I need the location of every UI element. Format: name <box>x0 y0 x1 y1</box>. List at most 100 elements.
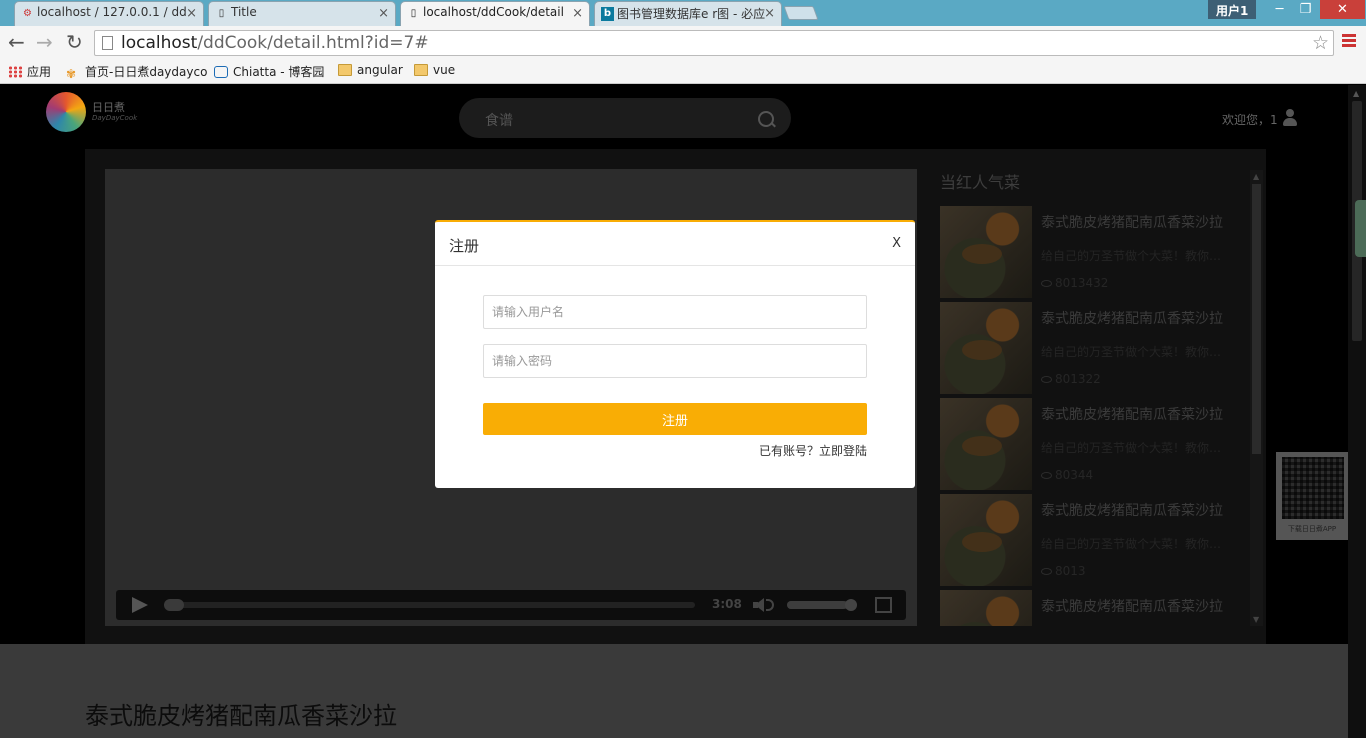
user-icon[interactable] <box>1283 109 1297 127</box>
play-icon[interactable] <box>132 597 148 613</box>
browser-tab-phpmyadmin[interactable]: ⚙ localhost / 127.0.0.1 / dd × <box>14 1 204 26</box>
list-item[interactable]: 泰式脆皮烤猪配南瓜香菜沙拉 给自己的万圣节做个大菜！教你如何做出泰式脆皮烤猪 8… <box>940 206 1240 298</box>
username-input[interactable] <box>483 295 867 329</box>
video-controls: 3:08 <box>116 590 906 620</box>
list-item[interactable]: 泰式脆皮烤猪配南瓜香菜沙拉 给自己的万圣节做个大菜！教你如何做出泰式脆皮烤猪 8… <box>940 302 1240 394</box>
scroll-up-icon[interactable]: ▲ <box>1253 172 1259 181</box>
fullscreen-icon[interactable] <box>875 597 892 613</box>
page-icon: ▯ <box>410 8 417 19</box>
scroll-down-icon[interactable]: ▼ <box>1253 615 1259 624</box>
forward-icon[interactable]: → <box>36 31 53 53</box>
welcome-text: 欢迎您，1 <box>1222 113 1278 127</box>
bookmark-apps[interactable]: 应用 <box>8 63 51 80</box>
folder-icon <box>414 64 428 76</box>
volume-icon[interactable] <box>753 598 764 612</box>
recipe-thumbnail[interactable] <box>940 206 1032 298</box>
page-icon: ▯ <box>218 8 225 19</box>
recipe-thumbnail[interactable] <box>940 494 1032 586</box>
logo-subtitle: DayDayCook <box>92 114 138 122</box>
search-icon[interactable] <box>758 111 774 127</box>
close-icon[interactable]: X <box>892 236 901 251</box>
browser-user-badge[interactable]: 用户1 <box>1208 0 1257 19</box>
bookmarks-bar: 应用 ✾ 首页-日日煮daydayco Chiatta - 博客园 angular… <box>0 59 1366 84</box>
reload-icon[interactable]: ↻ <box>66 31 83 53</box>
tab-title: Title <box>231 5 257 19</box>
list-item[interactable]: 泰式脆皮烤猪配南瓜香菜沙拉 给自己的万圣节做个大菜！教你如何做出泰式脆皮烤猪 8… <box>940 398 1240 490</box>
logo-title: 日日煮 <box>92 101 125 114</box>
eye-icon <box>1041 472 1052 479</box>
password-input[interactable] <box>483 344 867 378</box>
register-modal: 注册 X 注册 已有账号？立即登陆 <box>435 220 915 488</box>
page-icon <box>102 36 113 50</box>
eye-icon <box>1041 568 1052 575</box>
site-icon: ✾ <box>66 67 77 81</box>
recipe-name[interactable]: 泰式脆皮烤猪配南瓜香菜沙拉 <box>1041 404 1223 424</box>
recipe-name[interactable]: 泰式脆皮烤猪配南瓜香菜沙拉 <box>1041 596 1223 616</box>
address-bar[interactable]: localhost/ddCook/detail.html?id=7# ☆ <box>94 30 1334 56</box>
detail-section: 泰式脆皮烤猪配南瓜香菜沙拉 <box>0 644 1348 738</box>
recipe-views: 8013432 <box>1041 276 1108 290</box>
bookmark-daydaycook[interactable]: ✾ 首页-日日煮daydayco <box>66 63 207 80</box>
window-close-icon[interactable]: ✕ <box>1320 0 1365 19</box>
close-icon[interactable]: × <box>572 6 583 21</box>
recipe-thumbnail[interactable] <box>940 302 1032 394</box>
bookmark-cnblogs[interactable]: Chiatta - 博客园 <box>214 63 324 80</box>
recipe-desc: 给自己的万圣节做个大菜！教你如何做出泰式脆皮烤猪 <box>1041 537 1231 551</box>
url-text: localhost/ddCook/detail.html?id=7# <box>121 33 429 53</box>
bookmark-vue[interactable]: vue <box>414 63 455 77</box>
list-item[interactable]: 泰式脆皮烤猪配南瓜香菜沙拉 <box>940 590 1240 626</box>
sidebar-scrollbar[interactable]: ▲ ▼ <box>1250 170 1263 626</box>
close-icon[interactable]: × <box>764 6 775 21</box>
recipe-thumbnail[interactable] <box>940 398 1032 490</box>
recipe-name[interactable]: 泰式脆皮烤猪配南瓜香菜沙拉 <box>1041 308 1223 328</box>
restore-icon[interactable]: ❐ <box>1292 0 1319 19</box>
recipe-thumbnail[interactable] <box>940 590 1032 626</box>
browser-tab-detail[interactable]: ▯ localhost/ddCook/detail × <box>400 1 590 27</box>
progress-knob[interactable] <box>164 599 184 611</box>
register-button[interactable]: 注册 <box>483 403 867 435</box>
video-time: 3:08 <box>712 597 742 611</box>
volume-fill <box>787 601 847 609</box>
search-box[interactable]: 食谱 <box>459 98 791 138</box>
logo-icon[interactable] <box>46 92 86 132</box>
tab-title: localhost/ddCook/detail <box>423 5 564 19</box>
recipe-views: 80344 <box>1041 468 1093 482</box>
recipe-name[interactable]: 泰式脆皮烤猪配南瓜香菜沙拉 <box>1041 500 1223 520</box>
sidebar-title: 当红人气菜 <box>940 173 1021 192</box>
browser-tab-title[interactable]: ▯ Title × <box>208 1 396 26</box>
new-tab-button[interactable] <box>783 6 819 20</box>
apps-icon <box>8 66 22 78</box>
bing-icon: b <box>601 7 614 21</box>
recipe-views: 8013 <box>1041 564 1086 578</box>
modal-title: 注册 <box>449 237 480 255</box>
browser-tab-bar: ⚙ localhost / 127.0.0.1 / dd × ▯ Title ×… <box>0 0 1366 27</box>
page-scrollbar[interactable]: ▲ <box>1348 85 1366 738</box>
close-icon[interactable]: × <box>186 6 197 21</box>
back-icon[interactable]: ← <box>8 31 25 53</box>
phpmyadmin-icon: ⚙ <box>23 8 32 19</box>
login-link[interactable]: 已有账号？立即登陆 <box>483 442 867 459</box>
scrollbar-thumb[interactable] <box>1252 184 1261 454</box>
bookmark-star-icon[interactable]: ☆ <box>1312 32 1329 54</box>
recipe-desc: 给自己的万圣节做个大菜！教你如何做出泰式脆皮烤猪 <box>1041 249 1231 263</box>
bookmark-angular[interactable]: angular <box>338 63 403 77</box>
browser-menu-icon[interactable] <box>1342 34 1356 48</box>
volume-knob[interactable] <box>845 599 857 611</box>
site-icon <box>214 66 228 78</box>
scroll-up-icon[interactable]: ▲ <box>1353 89 1359 98</box>
list-item[interactable]: 泰式脆皮烤猪配南瓜香菜沙拉 给自己的万圣节做个大菜！教你如何做出泰式脆皮烤猪 8… <box>940 494 1240 586</box>
browser-tab-bing[interactable]: b 图书管理数据库e r图 - 必应 × <box>594 1 782 26</box>
volume-slider[interactable] <box>787 599 857 611</box>
video-progress-bar[interactable] <box>164 599 695 611</box>
close-icon[interactable]: × <box>378 6 389 21</box>
side-edge-tab[interactable] <box>1355 200 1366 257</box>
recipe-name[interactable]: 泰式脆皮烤猪配南瓜香菜沙拉 <box>1041 212 1223 232</box>
app-qr-card[interactable]: 下载日日煮APP <box>1276 452 1348 540</box>
divider <box>435 265 915 266</box>
recipe-views: 801322 <box>1041 372 1101 386</box>
minimize-icon[interactable]: ─ <box>1266 0 1293 19</box>
eye-icon <box>1041 280 1052 287</box>
browser-toolbar: ← → ↻ localhost/ddCook/detail.html?id=7#… <box>0 26 1366 59</box>
qr-code-icon <box>1282 457 1344 519</box>
tab-title: localhost / 127.0.0.1 / dd <box>37 5 187 19</box>
